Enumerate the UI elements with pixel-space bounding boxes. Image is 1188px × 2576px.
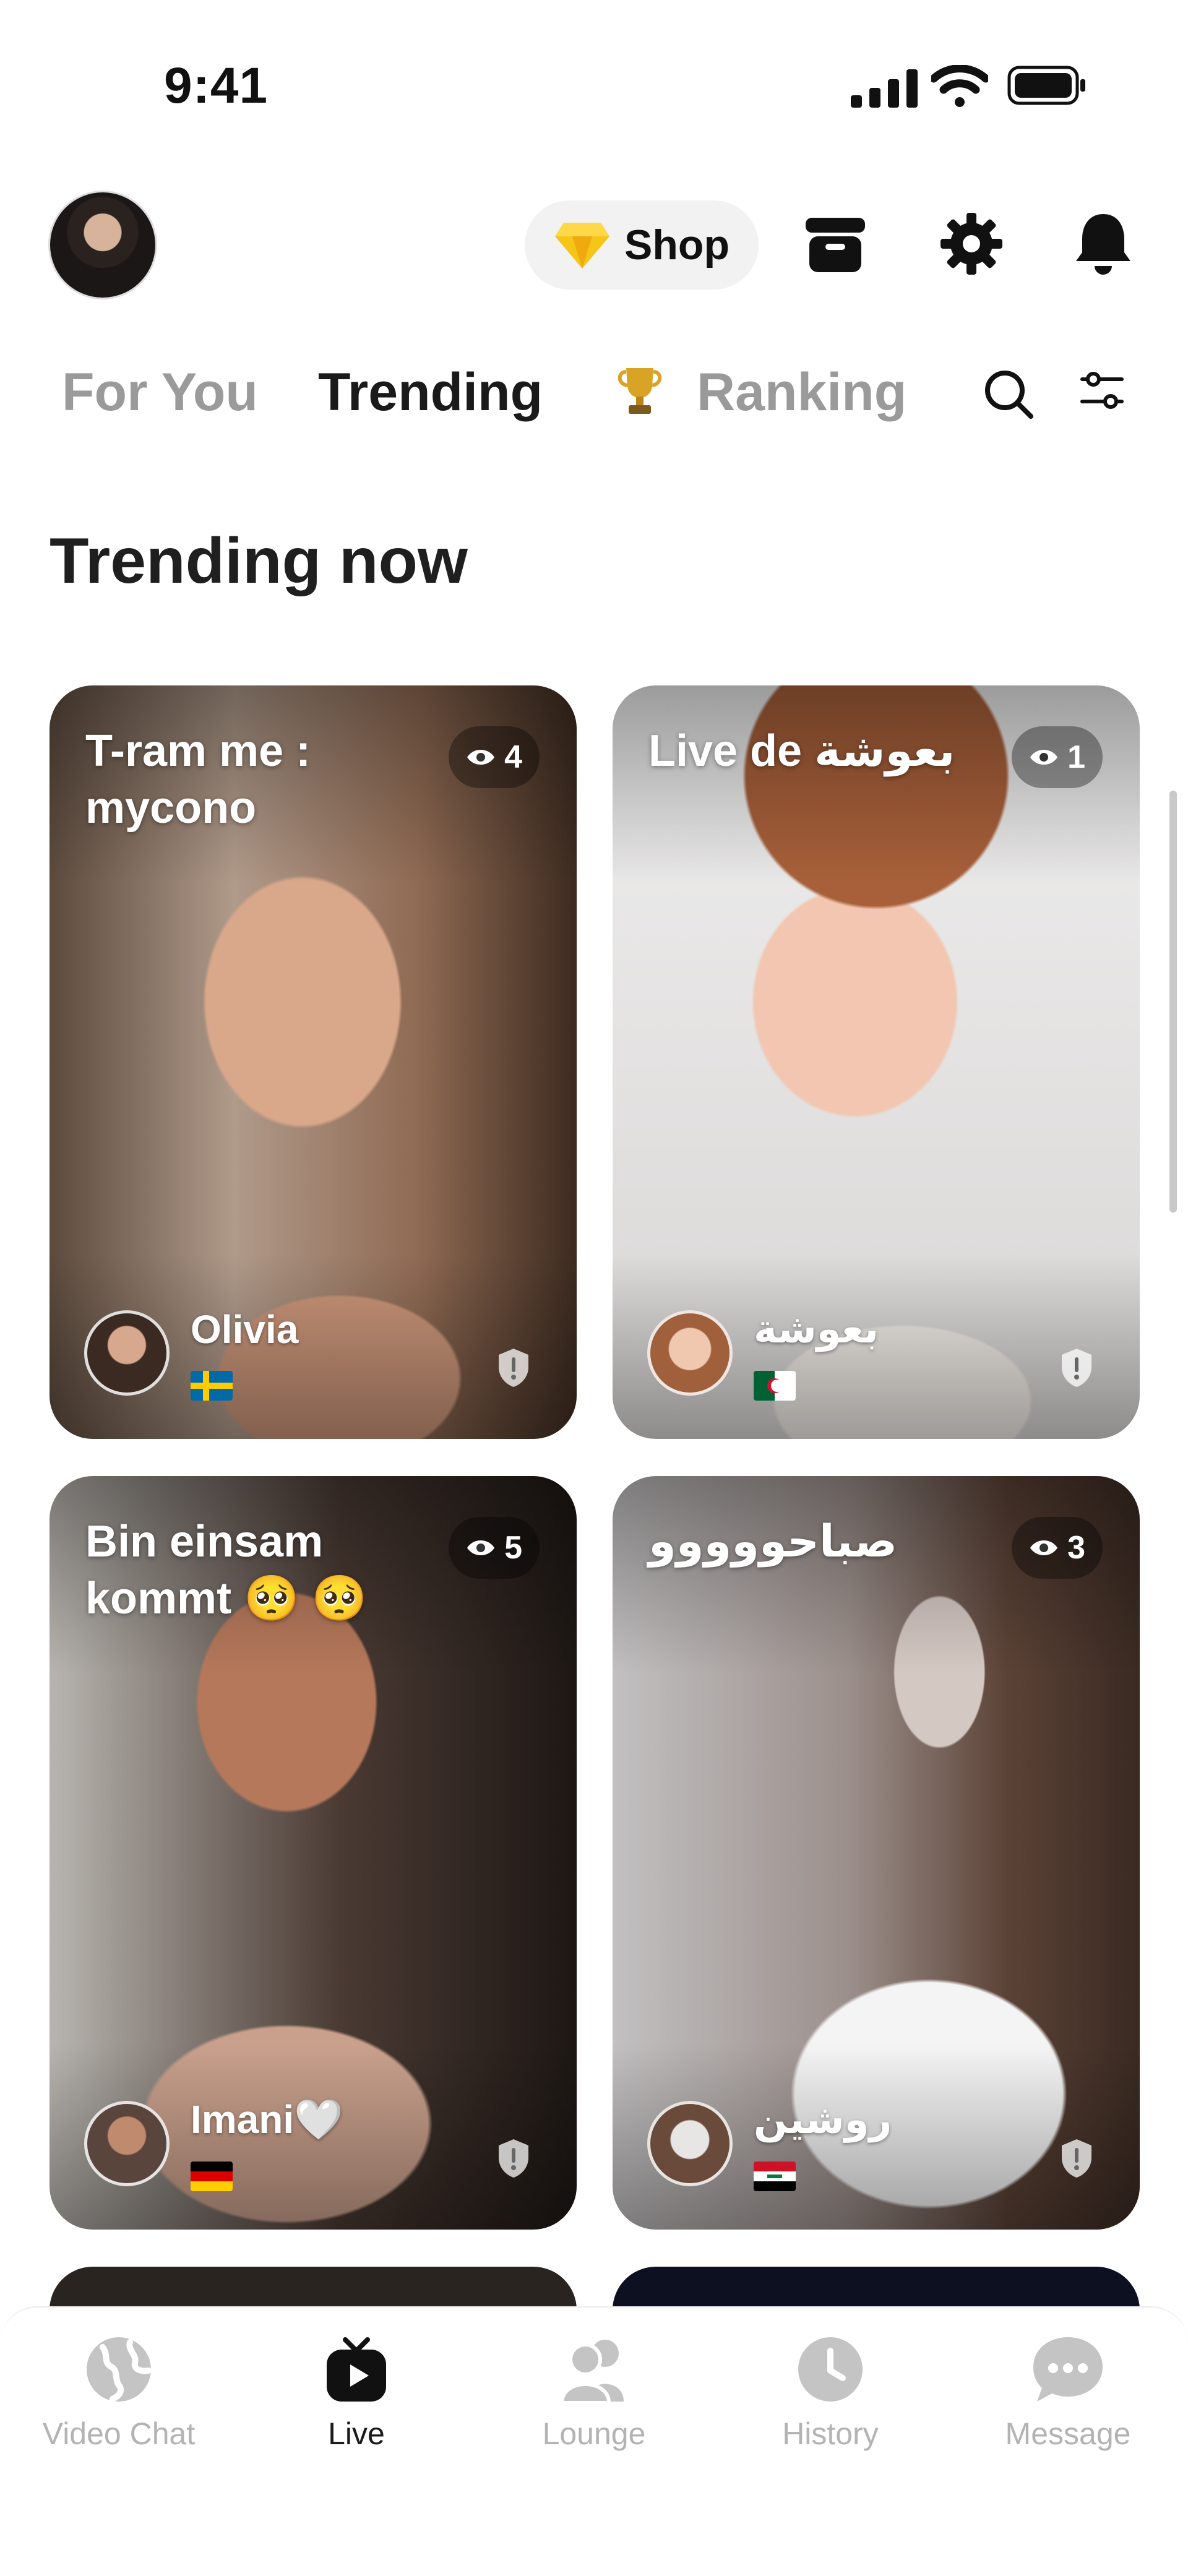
live-card[interactable]: Live de بعوشة 1 بعوشة <box>613 685 1140 1439</box>
host-name: Olivia <box>191 1307 299 1352</box>
nav-label: History <box>782 2416 879 2451</box>
stream-title: T-ram me : mycono <box>85 726 311 833</box>
nav-live[interactable]: Live <box>251 2335 462 2452</box>
wallet-icon[interactable] <box>803 213 867 275</box>
viewer-count-badge: 1 <box>1012 726 1103 788</box>
viewer-count: 3 <box>1067 1530 1085 1566</box>
live-card[interactable]: Bin einsam kommt 🥺 🥺 5 Imani🤍 <box>50 1476 577 2230</box>
stream-title: Bin einsam kommt 🥺 🥺 <box>85 1517 368 1623</box>
stream-title: صباحووووو <box>648 1517 898 1566</box>
filter-icon[interactable] <box>1080 371 1124 411</box>
host-avatar[interactable] <box>84 2101 170 2186</box>
nav-label: Live <box>328 2416 385 2451</box>
eye-icon <box>467 750 495 765</box>
profile-avatar[interactable] <box>48 191 157 299</box>
viewer-count: 4 <box>504 739 522 775</box>
nav-label: Lounge <box>542 2416 646 2451</box>
live-card[interactable]: صباحووووو 3 روشين <box>613 1476 1140 2230</box>
bottom-navigation: Video Chat Live Lounge History Message <box>0 2306 1188 2576</box>
host-avatar[interactable] <box>84 1310 170 1396</box>
shop-button[interactable]: Shop <box>525 200 759 290</box>
tab-ranking[interactable]: Ranking <box>697 362 906 423</box>
viewer-count-badge: 3 <box>1012 1517 1103 1579</box>
stream-title: Live de بعوشة <box>648 726 955 776</box>
scrollbar[interactable] <box>1169 791 1177 1213</box>
search-icon[interactable] <box>983 368 1035 420</box>
viewer-count-badge: 4 <box>449 726 540 788</box>
top-tabs: For You Trending Ranking <box>62 362 1151 424</box>
wifi-icon <box>931 65 988 107</box>
nav-history[interactable]: History <box>725 2335 936 2452</box>
eye-icon <box>467 1540 495 1555</box>
tv-icon <box>327 2337 386 2402</box>
nav-label: Video Chat <box>42 2416 196 2451</box>
nav-message[interactable]: Message <box>963 2335 1173 2452</box>
host-name: بعوشة <box>754 1307 879 1351</box>
status-time: 9:41 <box>164 58 269 114</box>
viewer-count-badge: 5 <box>449 1517 540 1579</box>
users-icon <box>559 2340 624 2405</box>
shield-icon[interactable] <box>1059 2138 1094 2179</box>
flag-algeria-icon <box>754 1371 796 1401</box>
shield-icon[interactable] <box>496 1347 531 1388</box>
viewer-count: 5 <box>504 1530 522 1566</box>
shop-label: Shop <box>624 221 730 268</box>
flag-sweden-icon <box>191 1371 233 1401</box>
nav-video-chat[interactable]: Video Chat <box>14 2335 224 2452</box>
eye-icon <box>1030 1540 1058 1555</box>
flag-iraq-icon <box>754 2162 796 2191</box>
flag-germany-icon <box>191 2162 233 2191</box>
viewer-count: 1 <box>1067 739 1085 775</box>
section-title: Trending now <box>50 525 468 597</box>
nav-label: Message <box>1005 2416 1131 2451</box>
live-card[interactable]: T-ram me : mycono 4 Olivia <box>50 685 577 1439</box>
chat-bubble-icon <box>1033 2337 1103 2402</box>
host-avatar[interactable] <box>647 1310 733 1396</box>
diamond-icon <box>555 223 610 268</box>
tab-trending[interactable]: Trending <box>318 362 543 423</box>
eye-icon <box>1030 750 1058 765</box>
host-name: روشين <box>754 2097 892 2142</box>
host-name: Imani🤍 <box>191 2097 343 2142</box>
trophy-icon <box>618 368 662 414</box>
shield-icon[interactable] <box>496 2138 531 2179</box>
shield-icon[interactable] <box>1059 1347 1094 1388</box>
host-avatar[interactable] <box>647 2101 733 2186</box>
clock-icon <box>798 2337 863 2402</box>
nav-lounge[interactable]: Lounge <box>489 2335 699 2452</box>
battery-icon <box>1007 66 1085 105</box>
signal-icon <box>851 69 918 108</box>
globe-icon <box>87 2337 152 2402</box>
gear-icon[interactable] <box>939 212 1004 276</box>
bell-icon[interactable] <box>1072 209 1134 278</box>
tab-for-you[interactable]: For You <box>62 362 258 423</box>
